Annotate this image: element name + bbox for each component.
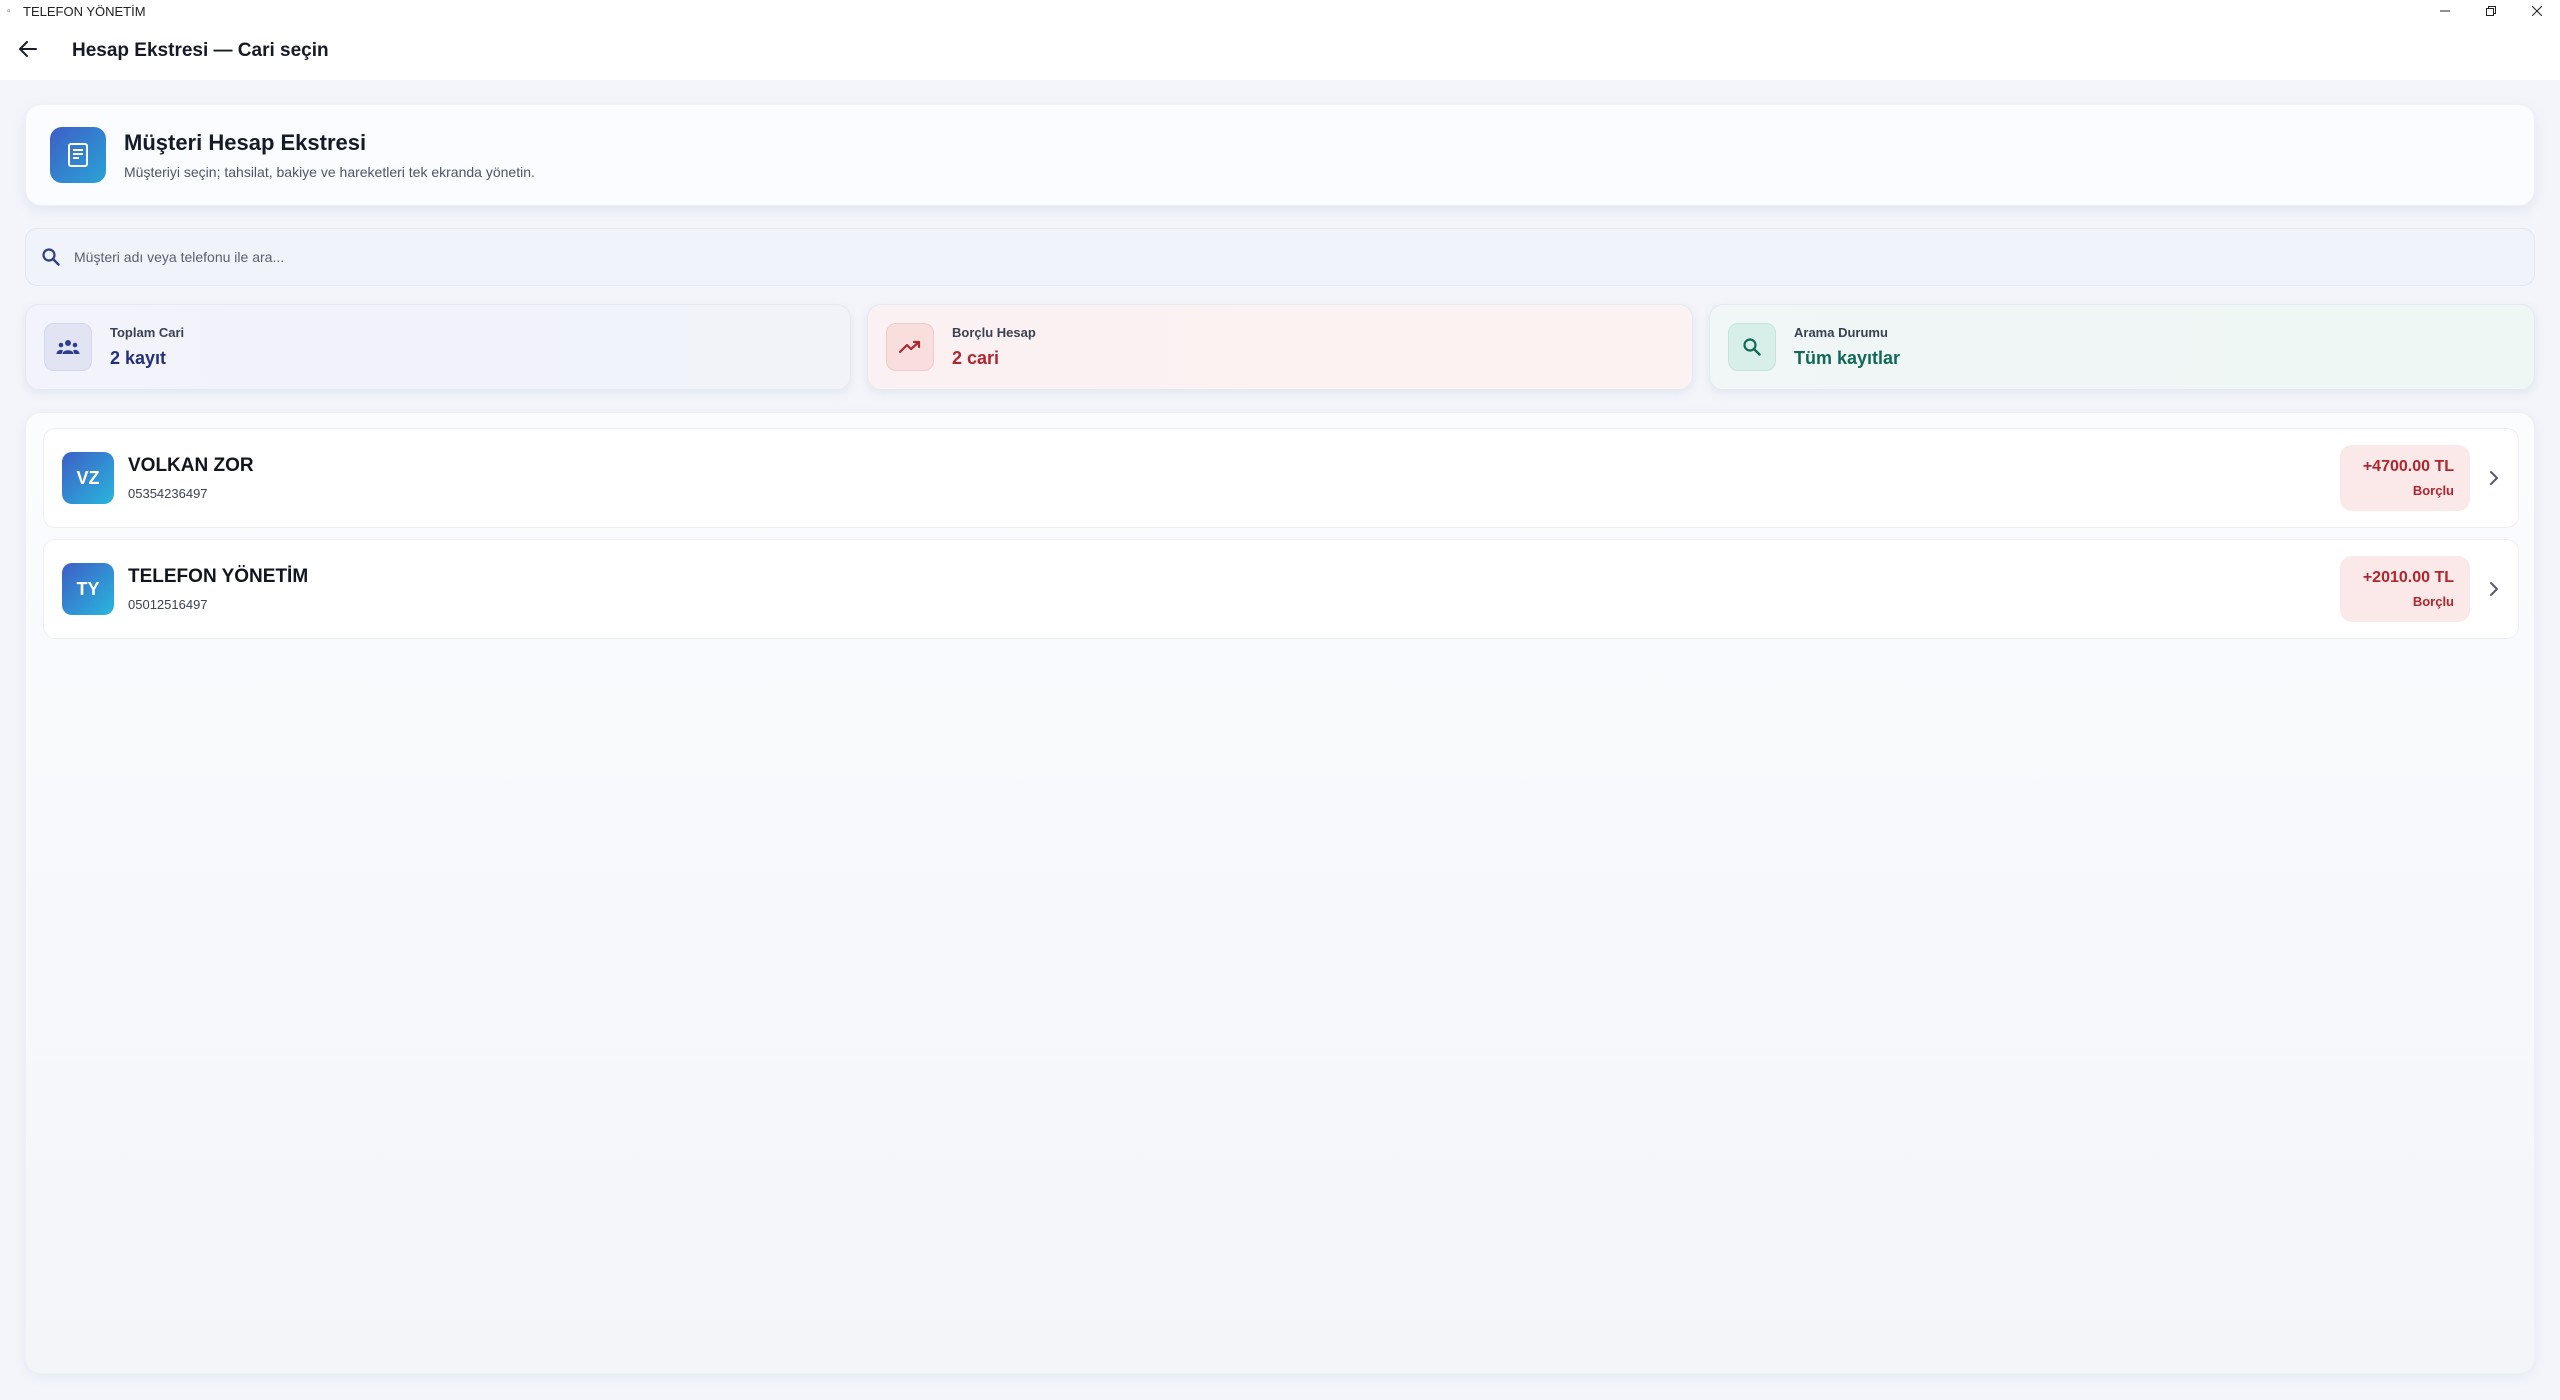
- arrow-left-icon: [19, 40, 37, 62]
- header-subtitle: Müşteriyi seçin; tahsilat, bakiye ve har…: [124, 164, 535, 180]
- stat-card-total: Toplam Cari 2 kayıt: [25, 304, 851, 390]
- balance-badge: +4700.00 TL Borçlu: [2340, 445, 2470, 511]
- stat-card-debt: Borçlu Hesap 2 cari: [867, 304, 1693, 390]
- receipt-icon: [50, 127, 106, 183]
- search-icon: [1728, 323, 1776, 371]
- page-title: Hesap Ekstresi — Cari seçin: [72, 40, 329, 61]
- stat-label: Toplam Cari: [110, 325, 185, 340]
- window-titlebar: ▫ TELEFON YÖNETİM: [0, 0, 2560, 22]
- group-icon: [44, 323, 92, 371]
- search-icon: [40, 246, 62, 268]
- window-controls: [2422, 0, 2560, 22]
- header-title: Müşteri Hesap Ekstresi: [124, 130, 367, 155]
- header-card: Müşteri Hesap Ekstresi Müşteriyi seçin; …: [25, 104, 2535, 206]
- app-icon: ▫: [7, 5, 11, 17]
- balance-status: Borçlu: [2412, 594, 2454, 609]
- customer-phone: 05012516497: [128, 597, 208, 612]
- app-bar: Hesap Ekstresi — Cari seçin: [0, 22, 2560, 80]
- customer-row[interactable]: TY TELEFON YÖNETİM 05012516497 +2010.00 …: [43, 539, 2519, 639]
- stat-card-search-status: Arama Durumu Tüm kayıtlar: [1709, 304, 2535, 390]
- restore-button[interactable]: [2468, 0, 2514, 22]
- customer-phone: 05354236497: [128, 486, 208, 501]
- avatar: TY: [62, 563, 114, 615]
- trending-up-icon: [886, 323, 934, 371]
- stat-value: Tüm kayıtlar: [1794, 348, 1901, 368]
- customer-list: VZ VOLKAN ZOR 05354236497 +4700.00 TL Bo…: [25, 412, 2535, 1374]
- customer-name: VOLKAN ZOR: [128, 455, 254, 476]
- balance-badge: +2010.00 TL Borçlu: [2340, 556, 2470, 622]
- header-text: Müşteri Hesap Ekstresi Müşteriyi seçin; …: [124, 130, 535, 180]
- customer-name: TELEFON YÖNETİM: [128, 566, 309, 587]
- window-title: TELEFON YÖNETİM: [23, 3, 146, 19]
- balance-amount: +2010.00 TL: [2362, 569, 2454, 586]
- chevron-right-icon[interactable]: [2470, 454, 2518, 502]
- search-input[interactable]: [74, 249, 2474, 265]
- balance-status: Borçlu: [2412, 483, 2454, 498]
- search-box[interactable]: [25, 228, 2535, 286]
- balance-amount: +4700.00 TL: [2362, 458, 2454, 475]
- stat-label: Borçlu Hesap: [952, 325, 1036, 340]
- minimize-button[interactable]: [2422, 0, 2468, 22]
- stat-label: Arama Durumu: [1794, 325, 1888, 340]
- chevron-right-icon[interactable]: [2470, 565, 2518, 613]
- stat-value: 2 kayıt: [110, 348, 167, 368]
- back-button[interactable]: [0, 23, 56, 79]
- stat-value: 2 cari: [952, 348, 1000, 368]
- avatar: VZ: [62, 452, 114, 504]
- close-button[interactable]: [2514, 0, 2560, 22]
- customer-row[interactable]: VZ VOLKAN ZOR 05354236497 +4700.00 TL Bo…: [43, 428, 2519, 528]
